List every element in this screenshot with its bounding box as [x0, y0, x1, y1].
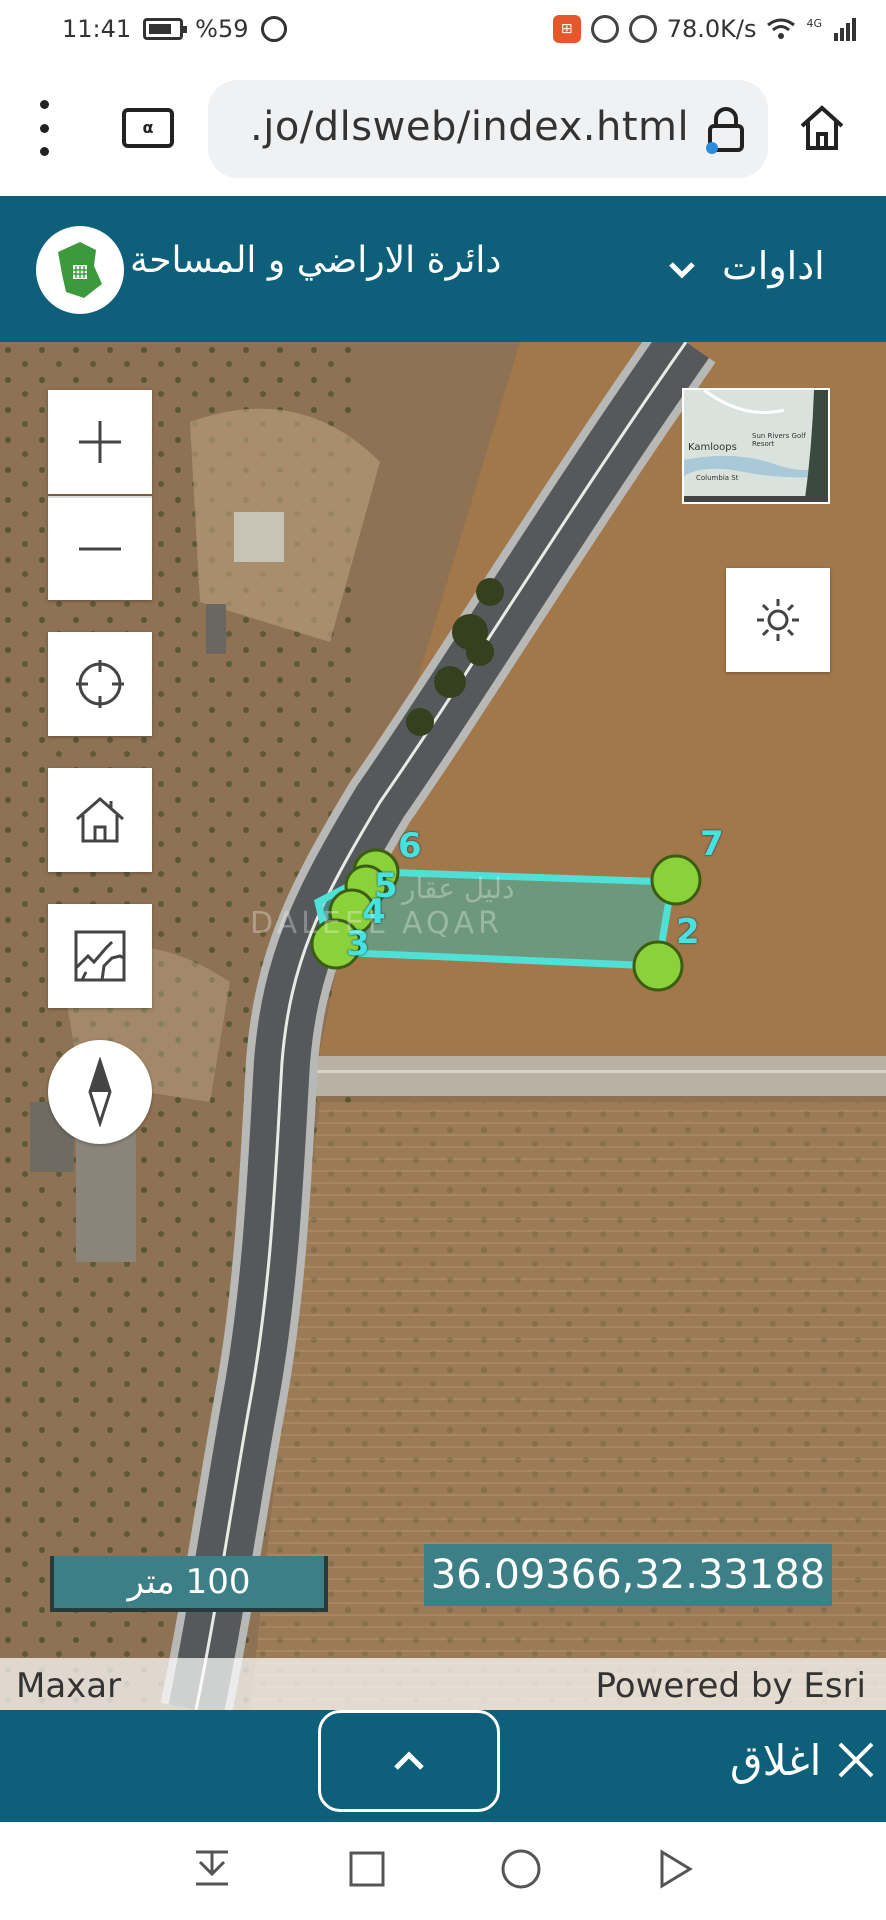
url-text[interactable]: .jo/dlsweb/index.html: [250, 104, 689, 150]
recents-icon[interactable]: [348, 1850, 386, 1888]
battery-icon: [143, 18, 188, 40]
daylight-button[interactable]: [726, 568, 830, 672]
browser-home-icon[interactable]: [796, 102, 848, 154]
overview-map[interactable]: Kamloops Sun Rivers Golf Resort Columbia…: [682, 388, 830, 504]
map-icon: [74, 930, 126, 982]
basemap-button[interactable]: [48, 904, 152, 1008]
sun-icon: [757, 599, 799, 641]
app-header: دائرة الاراضي و المساحة اداوات: [0, 196, 886, 342]
browser-toolbar: α .jo/dlsweb/index.html: [0, 62, 886, 196]
close-panel-button[interactable]: اغلاق: [730, 1730, 880, 1800]
default-extent-button[interactable]: [48, 768, 152, 872]
network-type: 4G: [806, 16, 822, 30]
locate-button[interactable]: [48, 632, 152, 736]
home-icon: [76, 797, 124, 843]
scale-bar: 100 متر: [50, 1556, 328, 1612]
close-icon[interactable]: [836, 1740, 876, 1780]
vertex-label-7: 7: [700, 824, 724, 864]
zoom-out-button[interactable]: [48, 496, 152, 600]
overview-label-street: Columbia St: [696, 474, 739, 482]
coordinates-display: 36.09366,32.33188: [424, 1544, 832, 1606]
system-navigation-bar: [0, 1822, 886, 1920]
status-left: 11:41 %59: [62, 15, 287, 43]
back-icon[interactable]: [656, 1848, 696, 1890]
page: 11:41 %59 ⊞ 78.0K/s 4G α .jo/dlsweb/inde…: [0, 0, 886, 1920]
chevron-down-icon[interactable]: [668, 260, 696, 280]
parcel-vertex-2: [632, 940, 684, 992]
scale-label: 100 متر: [127, 1562, 251, 1602]
tab-switcher-button[interactable]: α: [122, 108, 174, 148]
browser-menu-icon[interactable]: [36, 100, 52, 156]
attribution-bar: Maxar Powered by Esri: [0, 1658, 886, 1710]
close-label[interactable]: اغلاق: [730, 1736, 821, 1785]
imagery-attribution: Maxar: [16, 1666, 122, 1706]
compass-icon: [88, 1057, 112, 1127]
tools-label[interactable]: اداوات: [722, 244, 825, 288]
department-logo: [36, 226, 124, 314]
plus-icon: [79, 421, 121, 463]
minus-icon: [79, 547, 121, 551]
signal-icon: [834, 18, 856, 41]
network-speed: 78.0K/s: [666, 15, 757, 43]
overview-label-resort: Sun Rivers Golf Resort: [752, 432, 806, 448]
whatsapp-icon: [590, 15, 619, 43]
lock-icon[interactable]: [704, 106, 748, 154]
crosshair-icon: [76, 660, 124, 708]
vertex-label-6: 6: [398, 826, 422, 866]
wifi-icon: [767, 18, 796, 39]
watermark-latin: DALEEL AQAR: [250, 906, 503, 941]
alarm-icon: [260, 16, 287, 42]
expand-panel-button[interactable]: [318, 1710, 500, 1812]
watermark-arabic: دليل عقار: [402, 872, 515, 905]
zoom-in-button[interactable]: [48, 390, 152, 494]
app-notification-icon: ⊞: [552, 15, 581, 43]
status-time: 11:41: [62, 15, 132, 43]
status-bar: 11:41 %59 ⊞ 78.0K/s 4G: [0, 0, 886, 62]
parcel-vertex-7: [650, 854, 702, 906]
map-view[interactable]: 6 5 4 3 7 2 دليل عقار DALEEL AQAR Kamloo…: [0, 342, 886, 1710]
esri-attribution[interactable]: Powered by Esri: [596, 1666, 867, 1706]
overview-label-kamloops: Kamloops: [688, 442, 737, 453]
tools-menu[interactable]: اداوات: [660, 236, 860, 306]
whatsapp-business-icon: [628, 15, 657, 43]
status-right: ⊞ 78.0K/s 4G: [552, 15, 856, 43]
home-nav-icon[interactable]: [500, 1848, 542, 1890]
bottom-panel-bar: اغلاق: [0, 1710, 886, 1822]
notification-shade-icon[interactable]: [192, 1848, 232, 1890]
chevron-up-icon: [394, 1751, 424, 1770]
vertex-label-2: 2: [676, 912, 700, 952]
address-bar[interactable]: .jo/dlsweb/index.html: [208, 80, 768, 178]
department-title: دائرة الاراضي و المساحة: [130, 240, 502, 281]
battery-level: %59: [195, 15, 249, 43]
compass-button[interactable]: [48, 1040, 152, 1144]
